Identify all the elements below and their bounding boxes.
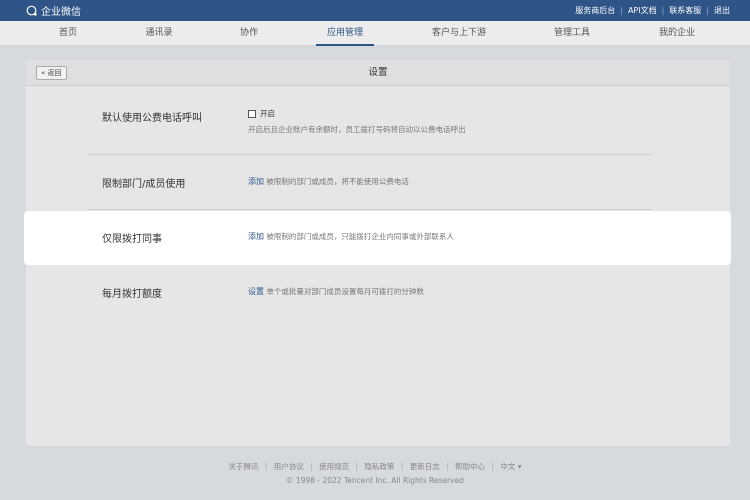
nav-management-tools[interactable]: 管理工具: [554, 21, 590, 46]
divider: [88, 154, 652, 155]
set-quota-link[interactable]: 设置: [248, 287, 264, 296]
setting-content-colleagues-only: 添加 被限制的部门或成员，只能拨打企业内同事或外部联系人: [248, 231, 454, 242]
setting-label-default-public-call: 默认使用公费电话呼叫: [102, 113, 202, 124]
back-button[interactable]: « 返回: [36, 66, 67, 80]
card-header: 设置 « 返回: [26, 60, 730, 86]
nav-my-enterprise[interactable]: 我的企业: [659, 21, 695, 46]
footer-changelog-link[interactable]: 更新日志: [410, 462, 440, 471]
setting-label-colleagues-only: 仅限拨打同事: [102, 234, 162, 245]
language-selector[interactable]: 中文 ▾: [500, 462, 521, 471]
setting-label-restrict-members: 限制部门/成员使用: [102, 179, 186, 190]
add-restricted-link[interactable]: 添加: [248, 177, 264, 186]
enable-checkbox-label: 开启: [260, 109, 275, 118]
setting-content-restrict-members: 添加 被限制的部门或成员，将不能使用公费电话: [248, 176, 409, 187]
wecom-logo-icon: [26, 5, 37, 16]
copyright: © 1998 - 2022 Tencent Inc. All Rights Re…: [286, 476, 464, 485]
setting-label-monthly-quota: 每月拨打额度: [102, 289, 162, 300]
nav-home[interactable]: 首页: [59, 21, 77, 46]
page-title: 设置: [368, 67, 388, 78]
logout-link[interactable]: 退出: [714, 5, 730, 16]
main-nav: 首页 通讯录 协作 应用管理 客户与上下游 管理工具 我的企业: [0, 21, 750, 46]
setting-desc: 被限制的部门或成员，只能拨打企业内同事或外部联系人: [266, 232, 454, 241]
top-bar: 企业微信 服务商后台 | API文档 | 联系客服 | 退出: [0, 0, 750, 21]
setting-content-default-public-call: 开启 开启后且企业账户有余额时，员工拨打号码将自动以公费电话呼出: [248, 108, 466, 135]
footer-about-link[interactable]: 关于腾讯: [228, 462, 258, 471]
footer-usage-policy-link[interactable]: 使用规范: [319, 462, 349, 471]
nav-active-indicator: [316, 44, 374, 46]
nav-collaboration[interactable]: 协作: [240, 21, 258, 46]
add-colleagues-only-link[interactable]: 添加: [248, 232, 264, 241]
divider: [88, 209, 652, 210]
setting-desc: 单个或批量对部门成员设置每月可拨打的分钟数: [266, 287, 424, 296]
footer-help-link[interactable]: 帮助中心: [455, 462, 485, 471]
nav-app-management[interactable]: 应用管理: [327, 21, 363, 46]
setting-desc: 开启后且企业账户有余额时，员工拨打号码将自动以公费电话呼出: [248, 125, 466, 134]
service-provider-link[interactable]: 服务商后台: [575, 5, 615, 16]
contact-support-link[interactable]: 联系客服: [669, 5, 701, 16]
app-logo[interactable]: 企业微信: [26, 3, 81, 18]
setting-desc: 被限制的部门或成员，将不能使用公费电话: [266, 177, 409, 186]
footer-privacy-link[interactable]: 隐私政策: [364, 462, 394, 471]
setting-content-monthly-quota: 设置 单个或批量对部门成员设置每月可拨打的分钟数: [248, 286, 424, 297]
nav-contacts[interactable]: 通讯录: [145, 21, 172, 46]
enable-checkbox[interactable]: [248, 109, 256, 118]
footer-user-agreement-link[interactable]: 用户协议: [274, 462, 304, 471]
top-links: 服务商后台 | API文档 | 联系客服 | 退出: [575, 5, 730, 16]
nav-customers[interactable]: 客户与上下游: [432, 21, 486, 46]
enable-checkbox-line[interactable]: 开启: [248, 108, 466, 119]
footer-links: 关于腾讯 | 用户协议 | 使用规范 | 隐私政策 | 更新日志 | 帮助中心 …: [228, 462, 522, 471]
logo-text: 企业微信: [41, 7, 81, 18]
api-docs-link[interactable]: API文档: [628, 5, 657, 16]
